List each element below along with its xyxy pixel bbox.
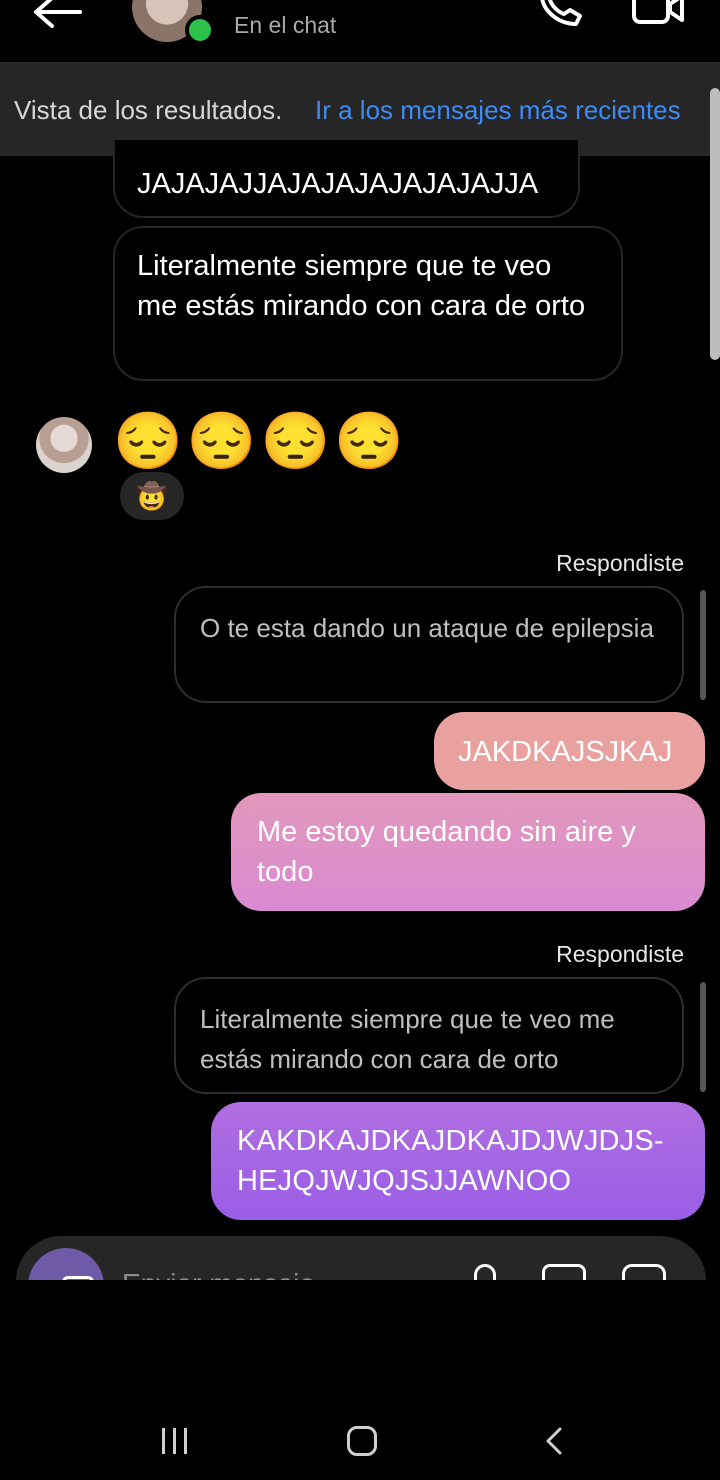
scrollbar[interactable] bbox=[710, 88, 720, 360]
home-icon[interactable] bbox=[347, 1426, 377, 1456]
replied-label: Respondiste bbox=[556, 941, 684, 967]
reply-indicator-bar bbox=[700, 590, 706, 700]
contact-status: En el chat bbox=[234, 12, 337, 38]
composer-pill bbox=[16, 1236, 706, 1280]
reply-indicator-bar bbox=[700, 982, 706, 1092]
emoji-message[interactable]: 😔😔😔😔 bbox=[113, 406, 408, 476]
recent-apps-icon[interactable] bbox=[160, 1428, 190, 1454]
gallery-icon[interactable] bbox=[542, 1264, 586, 1280]
phone-icon[interactable] bbox=[536, 0, 586, 30]
quoted-message[interactable]: O te esta dando un ataque de epilepsia bbox=[174, 586, 684, 703]
quoted-message[interactable]: Literalmente siempre que te veo me estás… bbox=[174, 977, 684, 1094]
reaction-badge[interactable]: 🤠 bbox=[120, 472, 184, 520]
back-icon[interactable] bbox=[540, 1426, 570, 1456]
message-input[interactable]: Enviar mensaje... bbox=[122, 1268, 338, 1280]
incoming-message[interactable]: JAJAJAJJAJAJAJAJAJAJAJJA bbox=[113, 140, 580, 218]
sender-avatar[interactable] bbox=[36, 417, 92, 473]
go-to-recent-messages-link[interactable]: Ir a los mensajes más recientes bbox=[315, 95, 681, 126]
incoming-message[interactable]: Literalmente siempre que te veo me estás… bbox=[113, 226, 623, 381]
online-indicator bbox=[185, 15, 215, 45]
outgoing-message[interactable]: JAKDKAJSJKAJ bbox=[434, 712, 705, 790]
outgoing-message[interactable]: Me estoy quedando sin aire y todo bbox=[231, 793, 705, 911]
chat-header: En el chat bbox=[0, 0, 720, 62]
message-composer[interactable]: Enviar mensaje... bbox=[16, 1236, 706, 1280]
replied-label: Respondiste bbox=[556, 550, 684, 576]
outgoing-message[interactable]: KAKDKAJDKAJDKAJDJWJDJS-HEJQJWJQJSJJAWNOO bbox=[211, 1102, 705, 1220]
results-view-label: Vista de los resultados. bbox=[14, 95, 283, 125]
microphone-icon[interactable] bbox=[474, 1264, 496, 1280]
video-camera-icon[interactable] bbox=[630, 0, 686, 26]
back-arrow-icon[interactable] bbox=[30, 0, 86, 30]
sticker-icon[interactable] bbox=[622, 1264, 666, 1280]
system-navigation-bar bbox=[0, 1400, 720, 1480]
